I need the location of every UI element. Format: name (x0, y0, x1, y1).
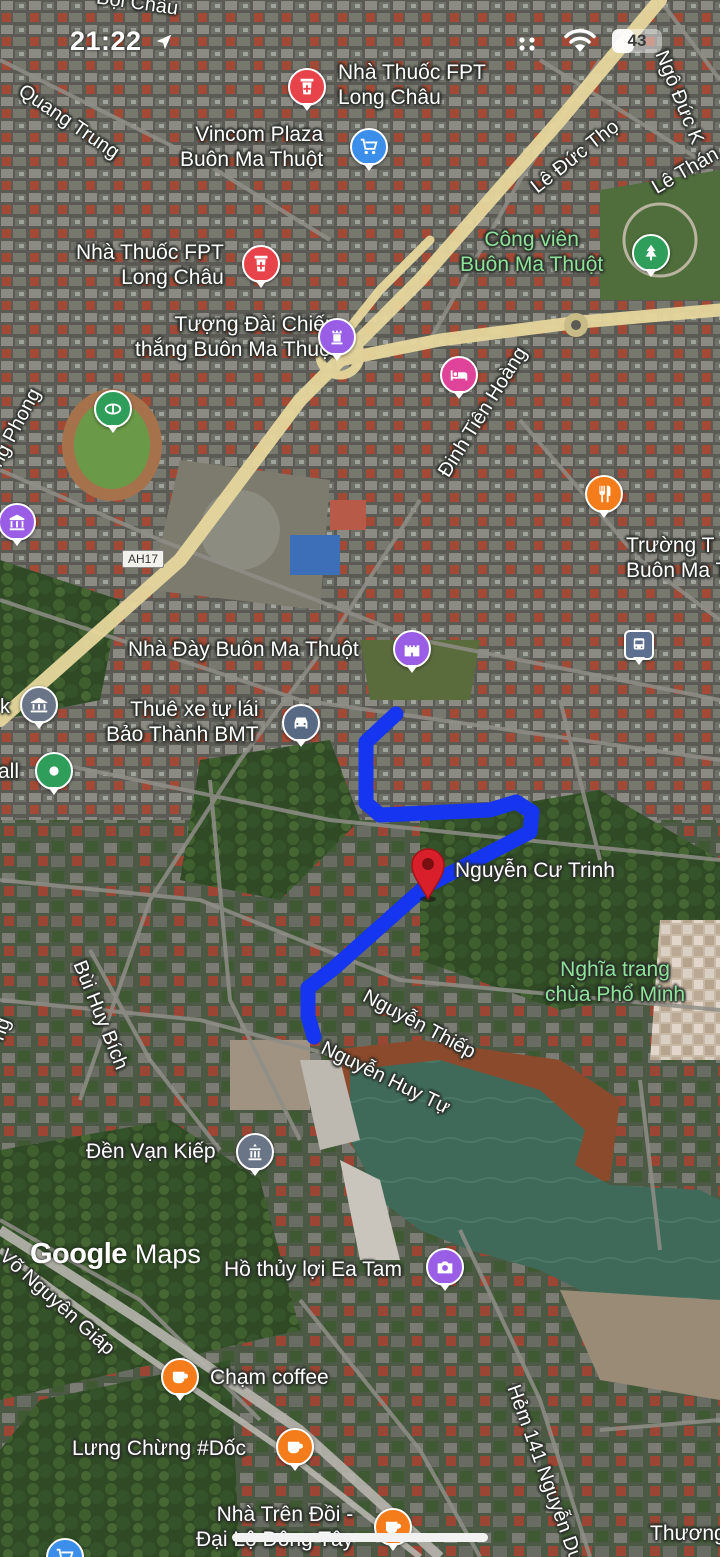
stadium-icon[interactable] (94, 390, 132, 433)
destination-label[interactable]: Nguyễn Cư Trinh (455, 859, 615, 884)
temple-icon[interactable] (236, 1133, 274, 1176)
bus-icon[interactable] (624, 630, 654, 665)
place-label-monument[interactable]: Tượng Đài Chiến thắng Buôn Ma Thuột (135, 313, 337, 363)
place-label-car-rental[interactable]: Thuê xe tự lái Bảo Thành BMT (106, 698, 259, 748)
status-bar: 21:22 43 (0, 0, 720, 80)
place-label-mall[interactable]: all (0, 760, 19, 785)
place-label-thuong[interactable]: Thương (650, 1522, 720, 1547)
coffee-icon[interactable] (161, 1358, 199, 1401)
place-label-cham-coffee[interactable]: Chạm coffee (210, 1366, 329, 1391)
map-screen[interactable]: Bội Châu Quang Trung Ngô Đức K Lê Đức Th… (0, 0, 720, 1557)
place-label-lake[interactable]: Hồ thủy lợi Ea Tam (224, 1258, 402, 1283)
car-rental-icon[interactable] (282, 704, 320, 747)
camera-icon[interactable] (426, 1248, 464, 1291)
place-label-lung-chung[interactable]: Lưng Chừng #Dốc (72, 1437, 246, 1462)
home-indicator[interactable] (232, 1533, 488, 1542)
place-label-school[interactable]: Trường T Buôn Ma Th (626, 534, 720, 584)
bank-icon[interactable] (20, 686, 58, 729)
google-maps-logo: Google Maps (30, 1238, 201, 1270)
street-label-edge-k: k (0, 696, 10, 718)
mall-icon[interactable] (35, 752, 73, 795)
cellular-dots-icon (519, 37, 535, 51)
route-shield-ah17[interactable]: AH17 (122, 550, 165, 568)
satellite-map[interactable] (0, 0, 720, 1557)
wifi-icon (564, 29, 596, 52)
location-arrow-icon (156, 34, 172, 50)
hotel-bed-icon[interactable] (440, 356, 478, 399)
place-label-temple[interactable]: Đền Vạn Kiếp (86, 1140, 216, 1165)
castle-icon[interactable] (393, 630, 431, 673)
place-label-park[interactable]: Công viên Buôn Ma Thuột (460, 228, 603, 278)
shopping-cart-icon[interactable] (350, 128, 388, 171)
place-label-nha-tren-doi[interactable]: Nhà Trên Đồi - Đại Lộ Đông Tây (196, 1503, 353, 1553)
park-tree-icon[interactable] (632, 234, 670, 277)
pharmacy-icon[interactable] (242, 245, 280, 288)
battery-icon: 43 (612, 29, 662, 53)
place-label-vincom[interactable]: Vincom Plaza Buôn Ma Thuột (180, 123, 323, 173)
place-label-fpt-mid[interactable]: Nhà Thuốc FPT Long Châu (76, 241, 224, 291)
status-time: 21:22 (70, 26, 142, 56)
coffee-icon[interactable] (276, 1428, 314, 1471)
restaurant-icon[interactable] (585, 475, 623, 518)
place-label-prison[interactable]: Nhà Đày Buôn Ma Thuột (128, 638, 359, 663)
monument-icon[interactable] (318, 318, 356, 361)
place-label-cemetery[interactable]: Nghĩa trang chùa Phổ Minh (545, 958, 685, 1008)
